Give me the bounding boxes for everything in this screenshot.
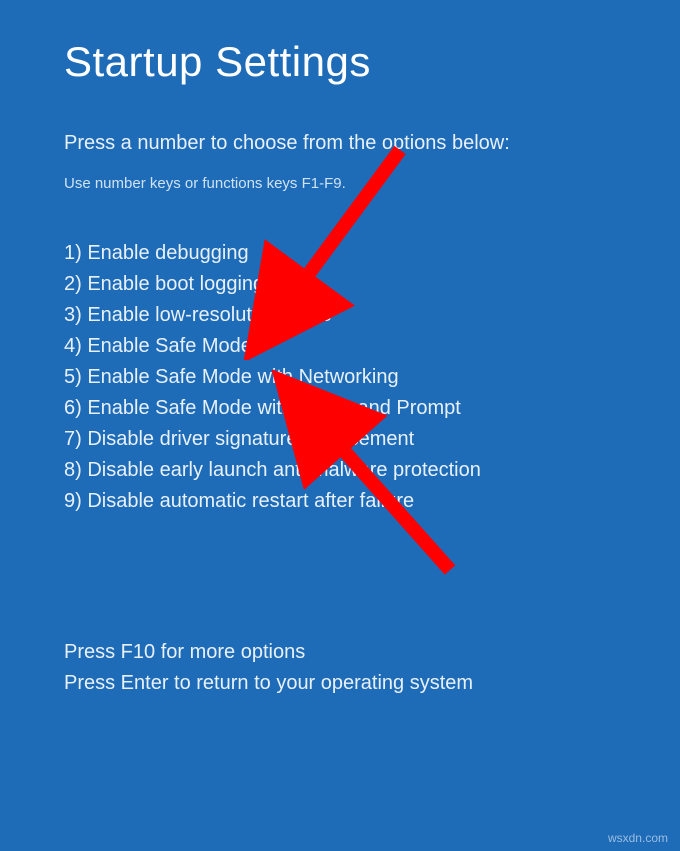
footer-return: Press Enter to return to your operating … [64,668,616,699]
option-4[interactable]: 4) Enable Safe Mode [64,331,616,362]
option-9[interactable]: 9) Disable automatic restart after failu… [64,486,616,517]
footer-more-options: Press F10 for more options [64,637,616,668]
option-1[interactable]: 1) Enable debugging [64,238,616,269]
option-5[interactable]: 5) Enable Safe Mode with Networking [64,362,616,393]
watermark-text: wsxdn.com [608,831,668,845]
option-8[interactable]: 8) Disable early launch anti-malware pro… [64,455,616,486]
option-2[interactable]: 2) Enable boot logging [64,269,616,300]
option-7[interactable]: 7) Disable driver signature enforcement [64,424,616,455]
footer-block: Press F10 for more options Press Enter t… [64,637,616,699]
options-list: 1) Enable debugging 2) Enable boot loggi… [64,238,616,517]
page-title: Startup Settings [64,38,616,86]
hint-text: Use number keys or functions keys F1-F9. [64,175,616,192]
subtitle-text: Press a number to choose from the option… [64,132,616,155]
option-6[interactable]: 6) Enable Safe Mode with Command Prompt [64,393,616,424]
option-3[interactable]: 3) Enable low-resolution video [64,300,616,331]
